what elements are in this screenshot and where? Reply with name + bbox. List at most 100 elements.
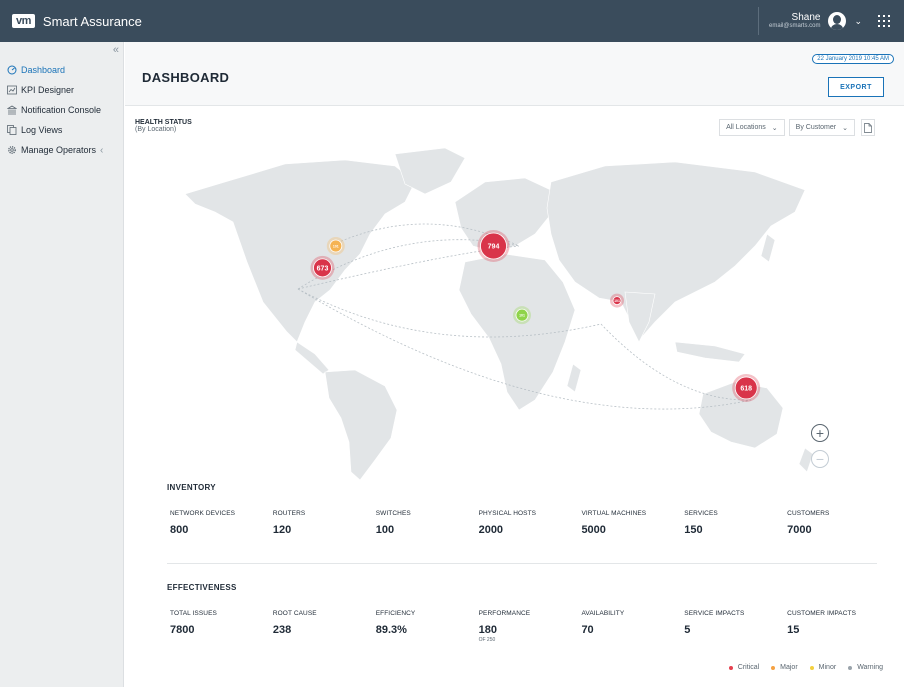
legend-dot [848, 665, 853, 670]
sidebar-item-label: KPI Designer [21, 85, 75, 95]
chevron-down-icon: ⌄ [771, 124, 778, 132]
metric-label: ROOT CAUSE [272, 610, 317, 617]
avatar[interactable] [828, 12, 847, 30]
sidebar-item-label: Log Views [21, 125, 63, 135]
location-filter-select[interactable]: All Locations ⌄ [719, 119, 785, 136]
dashboard-icon [7, 65, 17, 75]
marker-label-europe: 794 [488, 244, 500, 251]
legend-label: Critical [737, 664, 760, 671]
metric-total-issues: TOTAL ISSUES 7800 [170, 610, 273, 643]
metric-value: 7000 [787, 524, 812, 536]
metric-value: 89.3% [375, 624, 407, 636]
collapse-sidebar-icon[interactable]: « [113, 44, 119, 56]
user-name: Shane [791, 12, 821, 23]
pdf-download-icon[interactable] [861, 119, 875, 136]
chart-icon [7, 85, 17, 95]
chevron-down-icon: ⌄ [842, 124, 848, 132]
sidebar-item-label: Manage Operators [21, 145, 97, 155]
map-landmasses [184, 147, 814, 481]
metric-value: 70 [581, 624, 594, 636]
top-bar: vm Smart Assurance Shane email@smarts.co… [0, 0, 904, 42]
legend-dot [728, 665, 733, 670]
zoom-in-button[interactable]: + [811, 424, 829, 442]
sidebar-item-kpi-designer[interactable]: KPI Designer [0, 80, 124, 100]
section-divider [167, 563, 877, 564]
user-email: email@smarts.com [769, 23, 821, 29]
customer-filter-select[interactable]: By Customer ⌄ [788, 119, 855, 136]
datetime-badge: 22 January 2019 10:45 AM [812, 54, 894, 64]
metric-value: 2000 [478, 524, 504, 536]
sidebar-item-dashboard[interactable]: Dashboard [0, 60, 124, 80]
marker-label-north-america-north: 101 [333, 245, 339, 249]
marker-label-australia: 618 [740, 385, 752, 392]
effectiveness-metrics: TOTAL ISSUES 7800 ROOT CAUSE 238 EFFICIE… [170, 610, 890, 643]
metric-label: ROUTERS [272, 510, 306, 517]
health-status-subtitle: (By Location) [135, 126, 177, 133]
app-title: Smart Assurance [42, 13, 142, 29]
metric-label: PERFORMANCE [478, 610, 531, 617]
health-status-title: HEALTH STATUS [135, 119, 192, 126]
user-menu[interactable]: Shane email@smarts.com [769, 12, 820, 30]
sidebar-item-manage-operators[interactable]: Manage Operators ‹ [0, 140, 124, 160]
copy-icon [7, 125, 17, 135]
metric-value: 7800 [170, 624, 195, 636]
inventory-metrics: NETWORK DEVICES 800 ROUTERS 120 SWITCHES… [170, 510, 890, 536]
metric-label: EFFICIENCY [375, 610, 416, 617]
export-button[interactable]: EXPORT [828, 77, 884, 97]
bank-icon [7, 105, 17, 115]
marker-label-north-america-east: 673 [317, 265, 329, 272]
chevron-left-icon[interactable]: ‹ [100, 145, 103, 156]
sidebar: « Dashboard KPI Designer Notification Co… [0, 42, 124, 687]
metric-efficiency: EFFICIENCY 89.3% [376, 610, 479, 643]
metric-value: 120 [272, 524, 292, 536]
inventory-title: INVENTORY [167, 483, 216, 492]
metric-services: SERVICES 150 [684, 510, 787, 536]
metric-label: NETWORK DEVICES [170, 510, 236, 517]
gear-icon [7, 145, 17, 155]
metric-root-cause: ROOT CAUSE 238 [273, 610, 376, 643]
legend-label: Warning [857, 664, 883, 671]
vm-logo: vm [12, 14, 35, 28]
location-filter-value: All Locations [726, 124, 766, 131]
metric-value: 800 [170, 524, 189, 536]
main-content: DASHBOARD 22 January 2019 10:45 AM EXPOR… [125, 42, 904, 687]
metric-value: 180 [478, 624, 497, 636]
marker-label-africa: 101 [519, 314, 525, 318]
chevron-down-icon[interactable]: ⌄ [854, 16, 862, 27]
metric-virtual-machines: VIRTUAL MACHINES 5000 [581, 510, 684, 536]
app-grid-icon[interactable] [878, 15, 890, 27]
metric-sub: OF 250 [478, 637, 496, 643]
legend-warning: Warning [848, 664, 883, 671]
metric-label: TOTAL ISSUES [170, 610, 217, 617]
map-filters: All Locations ⌄ By Customer ⌄ [715, 119, 875, 136]
metric-label: SWITCHES [375, 510, 411, 517]
metric-value: 150 [684, 524, 703, 536]
legend-minor: Minor [809, 664, 837, 671]
metric-label: SERVICES [684, 510, 718, 517]
customer-filter-value: By Customer [795, 124, 837, 131]
page-title: DASHBOARD [142, 70, 230, 85]
sidebar-item-label: Dashboard [21, 65, 66, 75]
metric-label: CUSTOMERS [787, 510, 830, 517]
metric-label: SERVICE IMPACTS [684, 610, 745, 617]
metric-label: PHYSICAL HOSTS [478, 510, 537, 517]
metric-routers: ROUTERS 120 [273, 510, 376, 536]
sidebar-item-log-views[interactable]: Log Views [0, 120, 124, 140]
world-map[interactable]: 794 673 618 101 101 101 [155, 142, 825, 482]
sidebar-item-notification-console[interactable]: Notification Console [0, 100, 124, 120]
legend-major: Major [771, 664, 798, 671]
metric-label: CUSTOMER IMPACTS [787, 610, 857, 617]
metric-label: AVAILABILITY [581, 610, 625, 617]
metric-value: 100 [375, 524, 395, 536]
zoom-out-button[interactable]: − [811, 450, 829, 468]
legend-label: Major [780, 664, 798, 671]
metric-customers: CUSTOMERS 7000 [787, 510, 890, 536]
marker-label-india: 101 [614, 299, 620, 303]
top-right-controls: Shane email@smarts.com ⌄ [758, 0, 904, 42]
top-divider [758, 7, 760, 35]
legend-dot [771, 665, 776, 670]
legend-label: Minor [818, 664, 837, 671]
metric-switches: SWITCHES 100 [376, 510, 479, 536]
metric-physical-hosts: PHYSICAL HOSTS 2000 [479, 510, 582, 536]
metric-network-devices: NETWORK DEVICES 800 [170, 510, 273, 536]
